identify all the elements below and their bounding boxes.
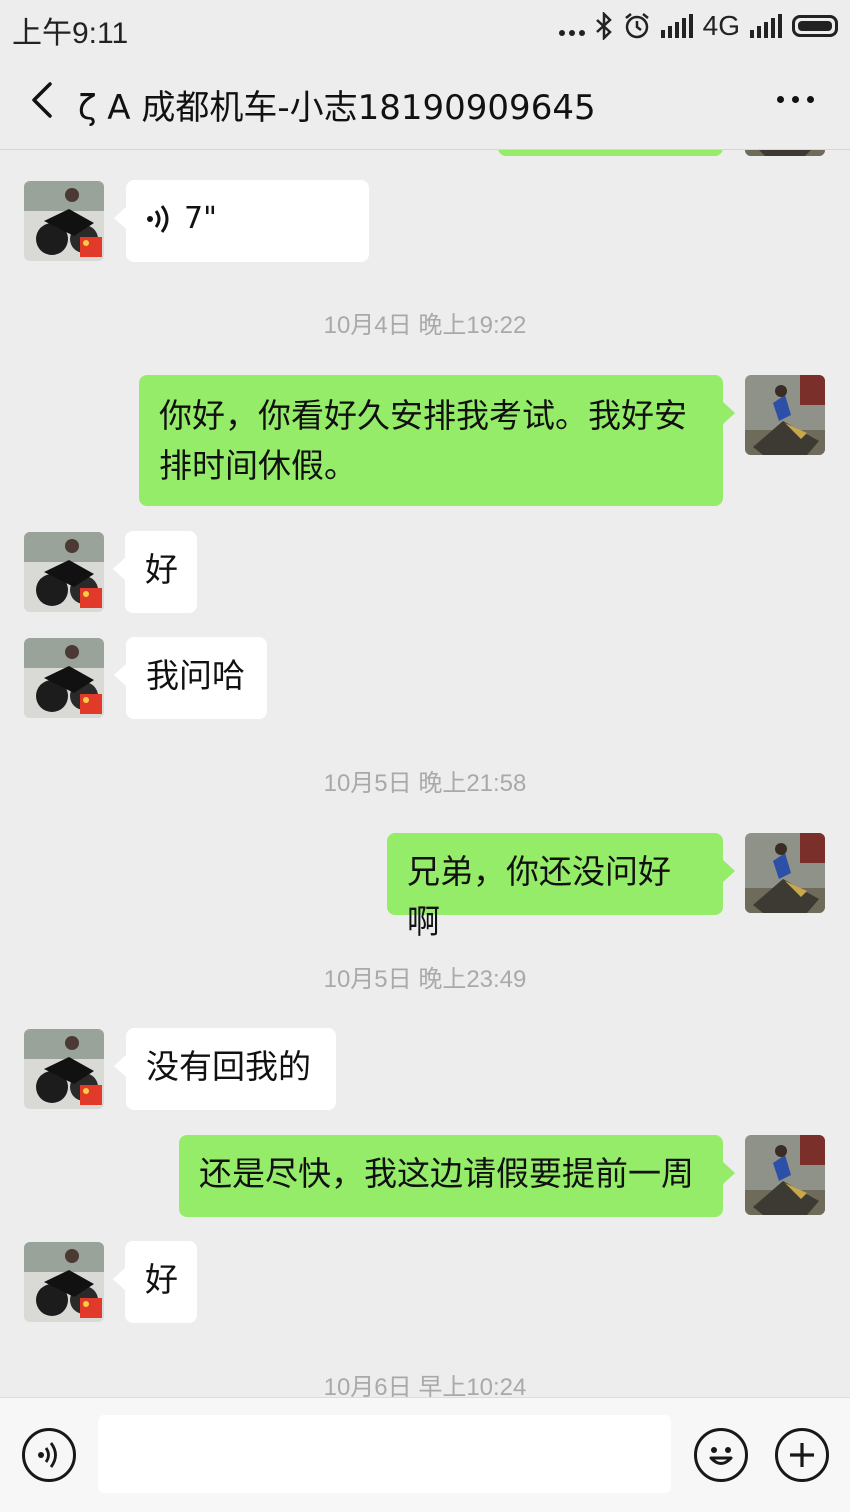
message-line: 你好，你看好久安排我考试。我好安 bbox=[159, 396, 687, 435]
chat-header: ζ A 成都机车-小志18190909645 bbox=[0, 52, 850, 150]
incoming-message[interactable]: 好 bbox=[113, 531, 197, 613]
status-bar: 上午9:11 4G bbox=[0, 0, 850, 52]
timestamp: 10月5日 晚上21:58 bbox=[323, 770, 527, 797]
input-bar bbox=[0, 1397, 850, 1512]
status-time: 上午9:11 bbox=[12, 17, 129, 50]
previous-outgoing-bubble bbox=[498, 150, 723, 156]
contact-avatar[interactable] bbox=[24, 1029, 104, 1109]
alarm-icon bbox=[624, 13, 649, 39]
outgoing-message[interactable]: 还是尽快，我这边请假要提前一周 bbox=[179, 1135, 735, 1217]
timestamp: 10月6日 早上10:24 bbox=[323, 1374, 527, 1397]
emoji-icon[interactable] bbox=[694, 1428, 748, 1482]
voice-wave-icon bbox=[147, 205, 169, 233]
contact-avatar[interactable] bbox=[24, 532, 104, 612]
chat-area[interactable]: 7" 10月4日 晚上19:22 你好，你看好久安排我考试。我好安 排时间休假。… bbox=[0, 150, 850, 1397]
incoming-message[interactable]: 我问哈 bbox=[114, 637, 267, 719]
bluetooth-icon bbox=[595, 12, 612, 40]
plus-icon[interactable] bbox=[775, 1428, 829, 1482]
battery-icon bbox=[792, 15, 838, 37]
chevron-left-icon[interactable] bbox=[22, 78, 62, 122]
signal-icon bbox=[660, 14, 693, 38]
contact-avatar[interactable] bbox=[24, 181, 104, 261]
voice-duration: 7" bbox=[184, 201, 217, 236]
more-dots-icon[interactable] bbox=[777, 96, 814, 103]
more-notifications-icon bbox=[558, 16, 585, 36]
my-avatar[interactable] bbox=[745, 150, 825, 156]
contact-avatar[interactable] bbox=[24, 1242, 104, 1322]
message-input[interactable] bbox=[98, 1415, 671, 1493]
outgoing-message[interactable]: 兄弟，你还没问好啊 bbox=[387, 833, 735, 941]
status-icons: 4G bbox=[558, 10, 838, 42]
signal-2-icon bbox=[750, 14, 782, 38]
message-line: 排时间休假。 bbox=[159, 446, 357, 485]
voice-message: 7" bbox=[146, 194, 349, 244]
incoming-message[interactable]: 没有回我的 bbox=[114, 1028, 336, 1110]
chat-title: ζ A 成都机车-小志18190909645 bbox=[78, 88, 596, 128]
my-avatar[interactable] bbox=[745, 1135, 825, 1215]
timestamp: 10月5日 晚上23:49 bbox=[323, 966, 527, 993]
incoming-message[interactable]: 好 bbox=[113, 1241, 197, 1323]
voice-message-bubble[interactable]: 7" bbox=[114, 180, 369, 262]
outgoing-message[interactable]: 你好，你看好久安排我考试。我好安 排时间休假。 bbox=[139, 375, 735, 506]
my-avatar[interactable] bbox=[745, 833, 825, 913]
contact-avatar[interactable] bbox=[24, 638, 104, 718]
network-type: 4G bbox=[702, 10, 740, 41]
timestamp: 10月4日 晚上19:22 bbox=[323, 312, 527, 339]
voice-icon[interactable] bbox=[22, 1428, 76, 1482]
my-avatar[interactable] bbox=[745, 375, 825, 455]
